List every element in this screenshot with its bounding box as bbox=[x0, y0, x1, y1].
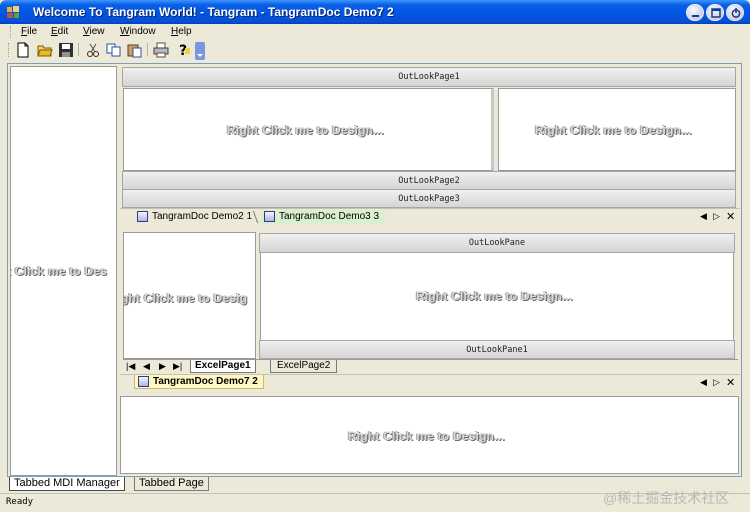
status-text: Ready bbox=[6, 497, 34, 507]
app-icon[interactable] bbox=[6, 5, 20, 19]
first-sheet-icon[interactable]: |◀ bbox=[126, 361, 135, 372]
scroll-right-icon[interactable]: ▷ bbox=[713, 211, 720, 222]
outlook-pane1-bar[interactable]: OutLookPane1 bbox=[259, 340, 735, 359]
doc-tab-demo3[interactable]: TangramDoc Demo3 3 bbox=[261, 210, 386, 224]
last-sheet-icon[interactable]: ▶| bbox=[173, 361, 182, 372]
close-button[interactable] bbox=[726, 4, 744, 21]
next-sheet-icon[interactable]: ▶ bbox=[159, 361, 166, 372]
cut-icon[interactable] bbox=[85, 42, 101, 58]
new-file-icon[interactable] bbox=[15, 42, 31, 58]
outlook-page3-bar[interactable]: OutLookPage3 bbox=[122, 189, 736, 208]
minimize-button[interactable] bbox=[686, 4, 704, 21]
save-disk-icon[interactable] bbox=[58, 42, 74, 58]
paste-icon[interactable] bbox=[127, 42, 143, 58]
menu-window[interactable]: Window bbox=[120, 26, 156, 37]
toolbar-overflow-button[interactable] bbox=[195, 42, 205, 60]
design-prompt: Right Click me to Design... bbox=[416, 289, 573, 303]
left-panel-text: t Click me to Des bbox=[10, 264, 108, 278]
watermark: @稀土掘金技术社区 bbox=[603, 490, 730, 506]
outlook-page2-bar[interactable]: OutLookPage2 bbox=[122, 171, 736, 190]
document-icon bbox=[264, 211, 275, 222]
toolbar-separator bbox=[78, 43, 79, 56]
design-prompt: Right Click me to Design... bbox=[348, 429, 505, 443]
close-tab-icon[interactable]: ✕ bbox=[726, 376, 735, 389]
scroll-right-icon[interactable]: ▷ bbox=[713, 377, 720, 388]
menu-edit[interactable]: Edit bbox=[51, 26, 68, 37]
copy-icon[interactable] bbox=[106, 42, 122, 58]
bottom-design-panel[interactable]: Right Click me to Design... bbox=[120, 396, 739, 474]
middle-left-text: ght Click me to Desig bbox=[123, 291, 248, 305]
toolbar-grip[interactable] bbox=[8, 43, 11, 57]
tab-tabbed-page[interactable]: Tabbed Page bbox=[134, 477, 209, 491]
prev-sheet-icon[interactable]: ◀ bbox=[143, 361, 150, 372]
menu-grip bbox=[10, 26, 12, 38]
window-title: Welcome To Tangram World! - Tangram - Ta… bbox=[33, 5, 394, 19]
outlook-design-panel-right[interactable]: Right Click me to Design... bbox=[498, 88, 736, 171]
doc-tab-demo7[interactable]: TangramDoc Demo7 2 bbox=[134, 375, 264, 389]
outlook-pane-design-panel[interactable]: Right Click me to Design... bbox=[260, 253, 734, 340]
close-tab-icon[interactable]: ✕ bbox=[726, 210, 735, 223]
scroll-left-icon[interactable]: ◀ bbox=[700, 377, 707, 388]
outlook-design-panel-left[interactable]: Right Click me to Design... bbox=[123, 88, 494, 171]
menu-file[interactable]: File bbox=[21, 26, 37, 37]
excel-tab-page2[interactable]: ExcelPage2 bbox=[270, 360, 338, 373]
help-question-icon[interactable]: ? bbox=[176, 42, 192, 59]
menu-view[interactable]: View bbox=[83, 26, 105, 37]
document-icon bbox=[138, 376, 149, 387]
outlook-page1-bar[interactable]: OutLookPage1 bbox=[122, 67, 736, 87]
excel-tab-page1[interactable]: ExcelPage1 bbox=[190, 360, 256, 373]
outlook-pane-bar[interactable]: OutLookPane bbox=[259, 233, 735, 253]
menu-bar bbox=[0, 24, 750, 40]
doc-tab-demo2[interactable]: TangramDoc Demo2 1 bbox=[134, 210, 253, 224]
open-folder-icon[interactable] bbox=[37, 42, 53, 58]
left-design-panel[interactable]: t Click me to Des bbox=[10, 66, 117, 476]
middle-left-design-panel[interactable]: ght Click me to Desig bbox=[123, 232, 256, 359]
menu-help[interactable]: Help bbox=[171, 26, 192, 37]
print-icon[interactable] bbox=[153, 42, 169, 58]
tab-tabbed-mdi-manager[interactable]: Tabbed MDI Manager bbox=[9, 477, 125, 491]
scroll-left-icon[interactable]: ◀ bbox=[700, 211, 707, 222]
design-prompt: Right Click me to Design... bbox=[535, 123, 692, 137]
document-icon bbox=[137, 211, 148, 222]
toolbar-separator bbox=[147, 43, 148, 56]
maximize-button[interactable] bbox=[706, 4, 724, 21]
design-prompt: Right Click me to Design... bbox=[227, 123, 384, 137]
